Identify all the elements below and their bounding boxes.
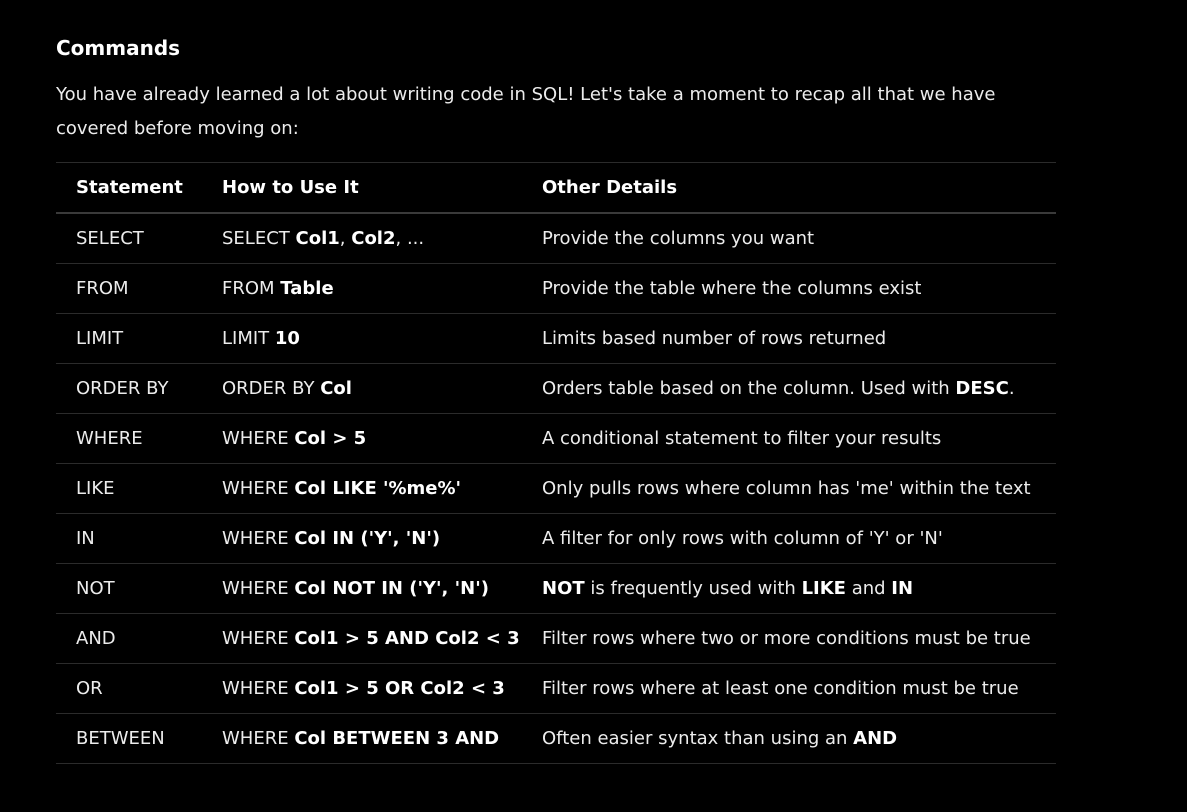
usage-text: WHERE bbox=[222, 628, 295, 649]
details-cell: A conditional statement to filter your r… bbox=[522, 413, 1056, 464]
usage-bold-text: 10 bbox=[274, 328, 300, 349]
statement-cell: BETWEEN bbox=[56, 713, 202, 764]
usage-cell: ORDER BY Col bbox=[202, 363, 522, 414]
details-bold-text: AND bbox=[853, 728, 898, 749]
table-row: ORDER BY ORDER BY Col Orders table based o… bbox=[56, 363, 1056, 414]
statement-cell: SELECT bbox=[56, 213, 202, 264]
usage-text: ORDER BY bbox=[222, 378, 321, 399]
statement-cell: FROM bbox=[56, 263, 202, 314]
details-text: Provide the columns you want bbox=[542, 228, 815, 249]
usage-bold-text: Col LIKE '%me%' bbox=[294, 478, 462, 499]
commands-table: Statement How to Use It Other Details SE… bbox=[56, 162, 1056, 764]
table-header-row: Statement How to Use It Other Details bbox=[56, 162, 1056, 214]
statement-cell: NOT bbox=[56, 563, 202, 614]
details-cell: Only pulls rows where column has 'me' wi… bbox=[522, 463, 1056, 514]
usage-bold-text: Col2 bbox=[351, 228, 396, 249]
usage-cell: WHERE Col NOT IN ('Y', 'N') bbox=[202, 563, 522, 614]
details-bold-text: DESC bbox=[955, 378, 1009, 399]
table-row: FROM FROM Table Provide the table where th… bbox=[56, 263, 1056, 314]
usage-bold-text: Col BETWEEN 3 AND bbox=[294, 728, 500, 749]
statement-cell: OR bbox=[56, 663, 202, 714]
usage-text: , ... bbox=[395, 228, 425, 249]
details-bold-text: NOT bbox=[542, 578, 585, 599]
usage-cell: WHERE Col BETWEEN 3 AND bbox=[202, 713, 522, 764]
usage-cell: FROM Table bbox=[202, 263, 522, 314]
statement-cell: ORDER BY bbox=[56, 363, 202, 414]
details-text: Limits based number of rows returned bbox=[542, 328, 887, 349]
statement-cell: LIKE bbox=[56, 463, 202, 514]
table-row: OR WHERE Col1 > 5 OR Col2 < 3 Filter rows … bbox=[56, 663, 1056, 714]
usage-text: WHERE bbox=[222, 478, 295, 499]
usage-text: FROM bbox=[222, 278, 281, 299]
details-cell: Provide the table where the columns exis… bbox=[522, 263, 1056, 314]
usage-bold-text: Col1 > 5 OR Col2 < 3 bbox=[294, 678, 505, 699]
usage-text: SELECT bbox=[222, 228, 296, 249]
statement-cell: LIMIT bbox=[56, 313, 202, 364]
usage-cell: WHERE Col1 > 5 OR Col2 < 3 bbox=[202, 663, 522, 714]
details-bold-text: LIKE bbox=[801, 578, 846, 599]
usage-text: WHERE bbox=[222, 678, 295, 699]
details-text: A filter for only rows with column of 'Y… bbox=[542, 528, 943, 549]
commands-section: Commands You have already learned a lot … bbox=[56, 30, 1056, 764]
details-text: Orders table based on the column. Used w… bbox=[542, 378, 956, 399]
details-cell: Orders table based on the column. Used w… bbox=[522, 363, 1056, 414]
details-text: Often easier syntax than using an bbox=[542, 728, 854, 749]
table-body: SELECT SELECT Col1, Col2, ... Provide the … bbox=[56, 213, 1056, 764]
details-bold-text: IN bbox=[891, 578, 914, 599]
details-text: Filter rows where two or more conditions… bbox=[542, 628, 1031, 649]
details-cell: Provide the columns you want bbox=[522, 213, 1056, 264]
intro-paragraph: You have already learned a lot about wri… bbox=[56, 84, 996, 139]
details-cell: Filter rows where at least one condition… bbox=[522, 663, 1056, 714]
usage-bold-text: Table bbox=[280, 278, 334, 299]
details-cell: Filter rows where two or more conditions… bbox=[522, 613, 1056, 664]
usage-cell: WHERE Col1 > 5 AND Col2 < 3 bbox=[202, 613, 522, 664]
table-row: BETWEEN WHERE Col BETWEEN 3 AND Often easi… bbox=[56, 713, 1056, 764]
table-row: NOT WHERE Col NOT IN ('Y', 'N') NOT is fre… bbox=[56, 563, 1056, 614]
details-cell: A filter for only rows with column of 'Y… bbox=[522, 513, 1056, 564]
details-text: Filter rows where at least one condition… bbox=[542, 678, 1019, 699]
usage-cell: WHERE Col IN ('Y', 'N') bbox=[202, 513, 522, 564]
details-cell: NOT is frequently used with LIKE and IN bbox=[522, 563, 1056, 614]
table-row: AND WHERE Col1 > 5 AND Col2 < 3 Filter row… bbox=[56, 613, 1056, 664]
statement-cell: AND bbox=[56, 613, 202, 664]
table-row: SELECT SELECT Col1, Col2, ... Provide the … bbox=[56, 213, 1056, 264]
details-cell: Limits based number of rows returned bbox=[522, 313, 1056, 364]
details-cell: Often easier syntax than using an AND bbox=[522, 713, 1056, 764]
usage-text: WHERE bbox=[222, 428, 295, 449]
usage-bold-text: Col1 > 5 AND Col2 < 3 bbox=[294, 628, 520, 649]
section-heading: Commands bbox=[56, 36, 181, 60]
usage-bold-text: Col bbox=[320, 378, 352, 399]
statement-cell: WHERE bbox=[56, 413, 202, 464]
usage-bold-text: Col NOT IN ('Y', 'N') bbox=[294, 578, 489, 599]
usage-text: WHERE bbox=[222, 578, 295, 599]
header-other-details: Other Details bbox=[522, 162, 1056, 214]
usage-cell: SELECT Col1, Col2, ... bbox=[202, 213, 522, 264]
table-row: WHERE WHERE Col > 5A conditional statemen… bbox=[56, 413, 1056, 464]
statement-cell: IN bbox=[56, 513, 202, 564]
usage-bold-text: Col1 bbox=[295, 228, 340, 249]
usage-bold-text: Col > 5 bbox=[294, 428, 367, 449]
details-text: . bbox=[1008, 378, 1015, 399]
details-text: is frequently used with bbox=[584, 578, 802, 599]
header-statement: Statement bbox=[56, 162, 202, 214]
table-row: IN WHERE Col IN ('Y', 'N') A filter for on… bbox=[56, 513, 1056, 564]
usage-cell: LIMIT 10 bbox=[202, 313, 522, 364]
table-row: LIMIT LIMIT 10 Limits based number of rows… bbox=[56, 313, 1056, 364]
table-row: LIKE WHERE Col LIKE '%me%' Only pulls rows… bbox=[56, 463, 1056, 514]
details-text: Only pulls rows where column has 'me' wi… bbox=[542, 478, 1031, 499]
usage-bold-text: Col IN ('Y', 'N') bbox=[294, 528, 441, 549]
details-text: A conditional statement to filter your r… bbox=[542, 428, 942, 449]
usage-cell: WHERE Col > 5 bbox=[202, 413, 522, 464]
usage-text: WHERE bbox=[222, 728, 295, 749]
details-text: Provide the table where the columns exis… bbox=[542, 278, 922, 299]
header-how-to-use: How to Use It bbox=[202, 162, 522, 214]
usage-text: LIMIT bbox=[222, 328, 275, 349]
usage-text: WHERE bbox=[222, 528, 295, 549]
details-text: and bbox=[845, 578, 892, 599]
usage-text: , bbox=[339, 228, 352, 249]
usage-cell: WHERE Col LIKE '%me%' bbox=[202, 463, 522, 514]
